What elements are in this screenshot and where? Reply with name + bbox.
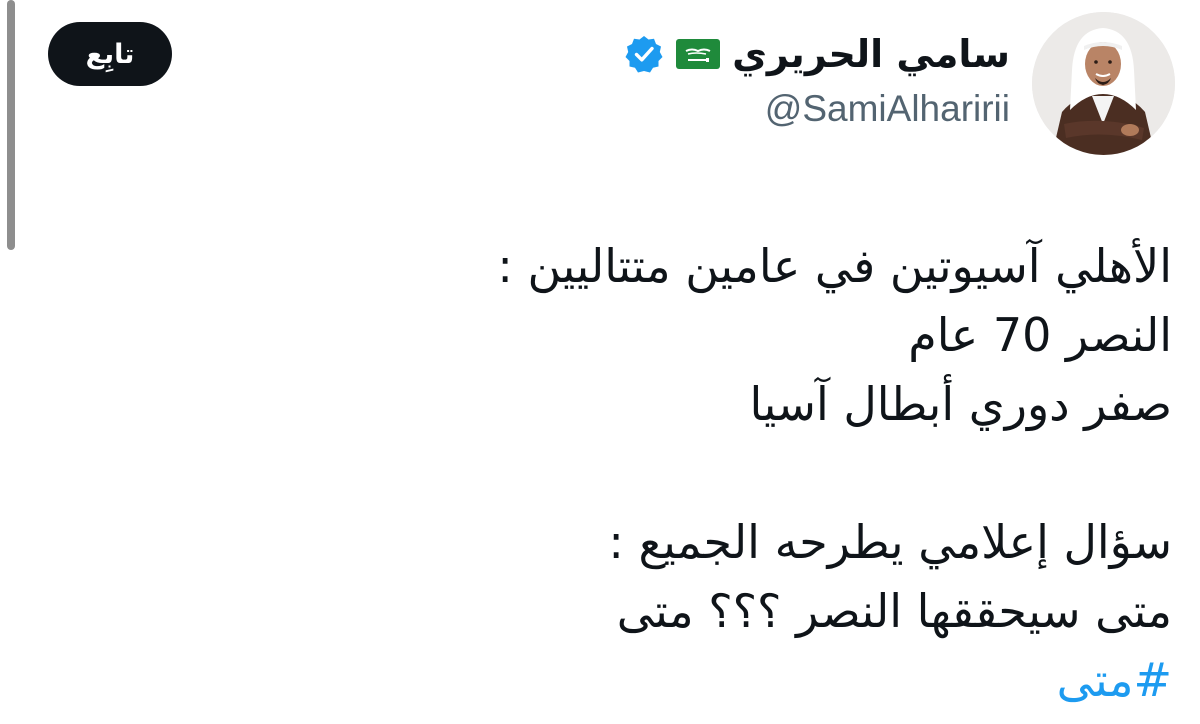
tweet-line: سؤال إعلامي يطرحه الجميع : xyxy=(608,515,1172,569)
author-handle[interactable]: @SamiAlharirii xyxy=(765,88,1010,130)
follow-button[interactable]: تابِع xyxy=(48,22,172,86)
scrollbar[interactable] xyxy=(7,0,15,250)
tweet-text: الأهلي آسيوتين في عامين متتاليين : النصر… xyxy=(92,232,1172,715)
avatar-image xyxy=(1032,12,1175,155)
saudi-arabia-flag-icon xyxy=(676,39,721,69)
tweet-line: النصر 70 عام xyxy=(908,308,1172,362)
tweet-line: صفر دوري أبطال آسيا xyxy=(749,377,1172,431)
tweet-line: الأهلي آسيوتين في عامين متتاليين : xyxy=(497,239,1172,293)
hashtag-link[interactable]: #متى xyxy=(1057,653,1172,707)
verified-badge-icon[interactable] xyxy=(624,34,664,74)
tweet-line: متى سيحققها النصر ؟؟؟ متى xyxy=(616,584,1172,638)
author-name-row: سامي الحريري xyxy=(624,24,1010,84)
avatar[interactable] xyxy=(1032,12,1175,155)
author-display-name[interactable]: سامي الحريري xyxy=(732,32,1010,76)
